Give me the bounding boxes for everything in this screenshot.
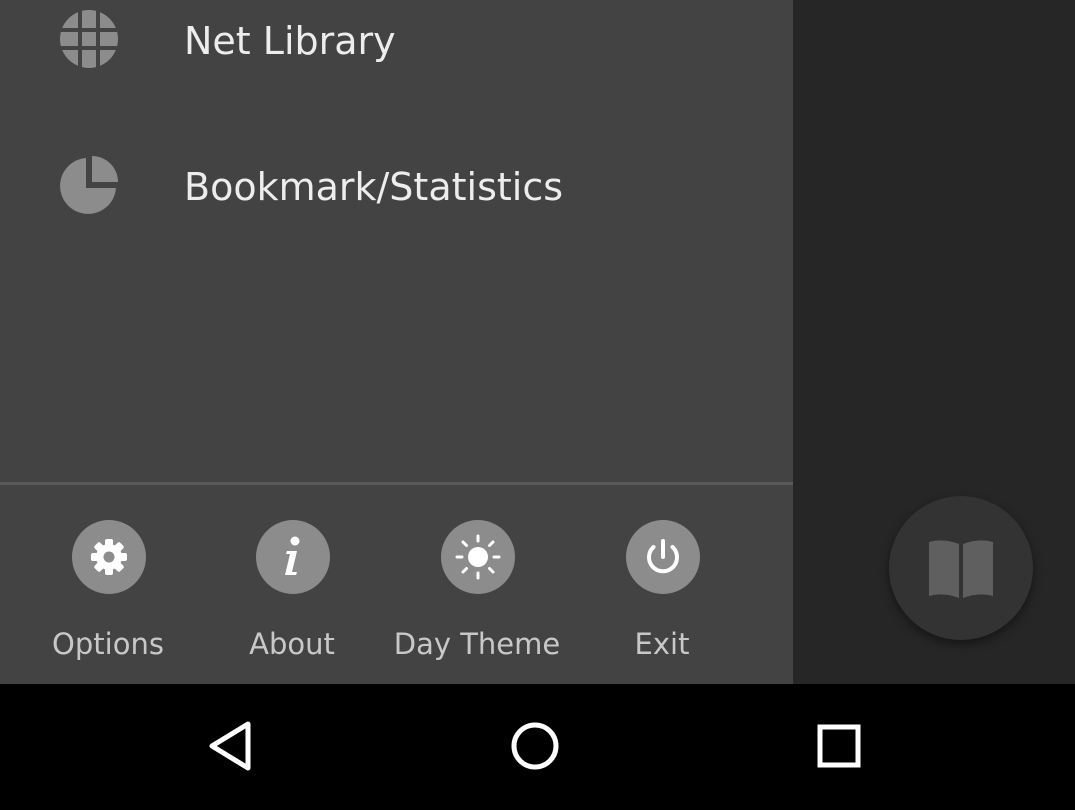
gear-icon	[91, 539, 127, 575]
menu-item-net-library[interactable]: Net Library	[0, 0, 793, 95]
options-button[interactable]: Options	[16, 510, 200, 670]
open-book-button[interactable]	[889, 496, 1033, 640]
day-theme-button[interactable]: Day Theme	[385, 510, 569, 670]
menu-item-bookmark-statistics[interactable]: Bookmark/Statistics	[0, 130, 793, 240]
navigation-drawer: Net Library Bookmark/Statistics Options …	[0, 0, 793, 684]
open-book-icon	[929, 540, 993, 598]
back-button[interactable]	[200, 714, 264, 778]
menu-item-label: Net Library	[184, 19, 396, 63]
home-circle-icon	[511, 722, 559, 770]
exit-button[interactable]: Exit	[570, 510, 754, 670]
back-triangle-icon	[209, 721, 251, 771]
drawer-divider	[0, 482, 793, 485]
sun-icon	[455, 534, 501, 580]
app-screen: Net Library Bookmark/Statistics Options …	[0, 0, 1075, 684]
home-button[interactable]	[503, 714, 567, 778]
recents-button[interactable]	[807, 714, 871, 778]
day-theme-label: Day Theme	[393, 627, 561, 661]
day-theme-icon-circle	[441, 520, 515, 594]
globe-icon	[58, 8, 120, 70]
about-icon-circle	[256, 520, 330, 594]
options-icon-circle	[72, 520, 146, 594]
exit-label: Exit	[634, 627, 690, 661]
power-icon	[647, 539, 679, 574]
system-navigation-bar	[0, 684, 1075, 810]
menu-item-label: Bookmark/Statistics	[184, 165, 564, 209]
exit-icon-circle	[626, 520, 700, 594]
options-label: Options	[52, 627, 164, 661]
pie-chart-icon	[58, 154, 120, 216]
info-icon	[285, 536, 300, 575]
about-button[interactable]: About	[200, 510, 384, 670]
about-label: About	[249, 627, 335, 661]
recents-square-icon	[817, 724, 861, 768]
